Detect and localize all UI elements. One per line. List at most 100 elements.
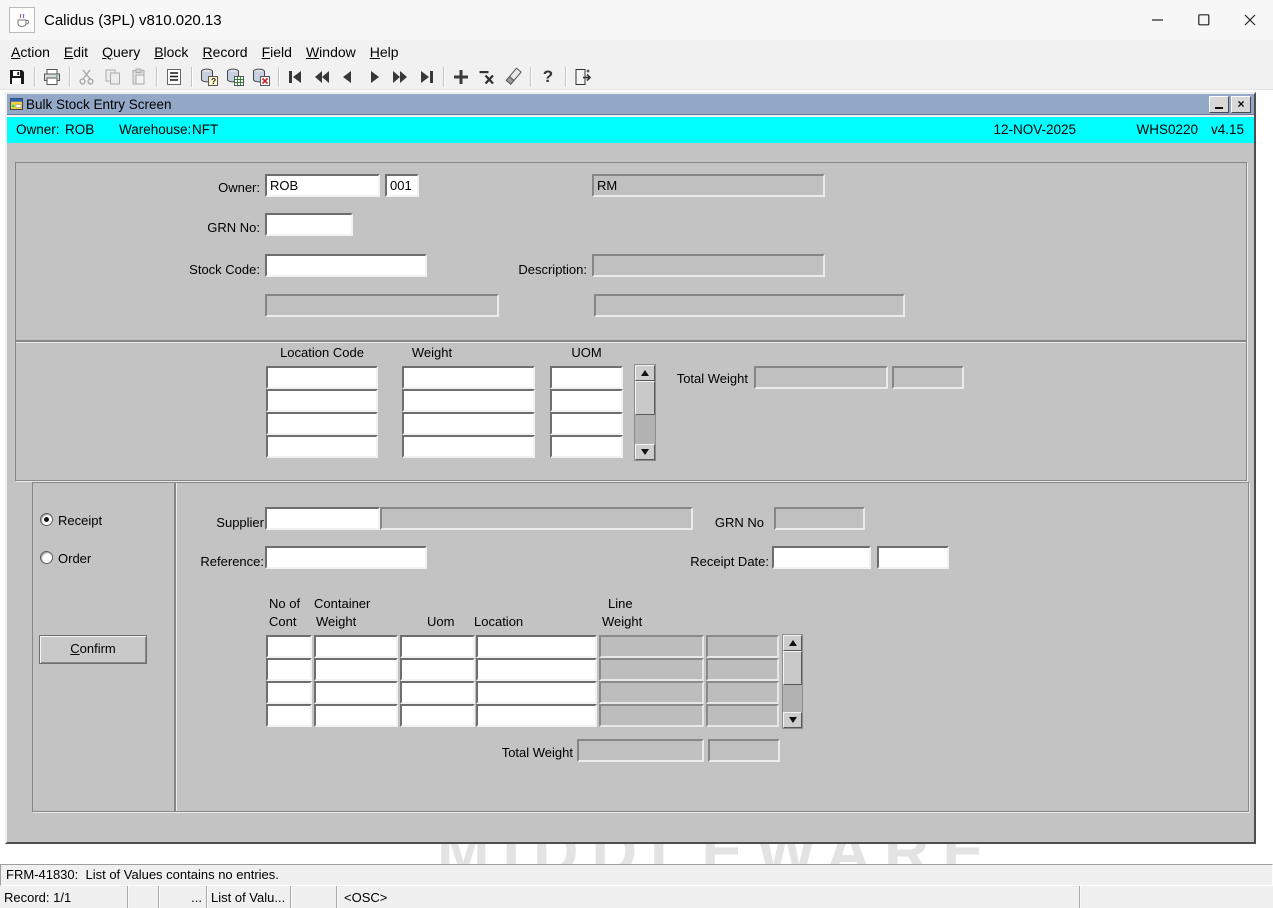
container-weight-header-line2: Weight: [316, 614, 386, 629]
no-of-cont-input[interactable]: [266, 658, 312, 681]
scroll-thumb[interactable]: [635, 381, 655, 415]
scroll-down-button[interactable]: [783, 712, 802, 728]
insert-record-icon[interactable]: [448, 65, 474, 89]
minimize-button[interactable]: [1135, 0, 1181, 40]
no-of-cont-input[interactable]: [266, 681, 312, 704]
stock-code-label: Stock Code:: [147, 262, 260, 277]
previous-block-icon[interactable]: [309, 65, 335, 89]
confirm-button[interactable]: Confirm: [39, 635, 147, 664]
mdi-close-button[interactable]: ×: [1231, 96, 1251, 113]
location-grid-input[interactable]: [476, 658, 597, 681]
menu-help[interactable]: Help: [363, 42, 406, 62]
location-grid-input[interactable]: [476, 704, 597, 727]
first-record-icon[interactable]: [283, 65, 309, 89]
uom-grid-input[interactable]: [400, 658, 475, 681]
grn-no-input[interactable]: [265, 213, 353, 236]
location-grid-input[interactable]: [476, 681, 597, 704]
receipt-grid-scrollbar[interactable]: [782, 634, 803, 729]
toolbar-separator: [69, 67, 70, 87]
receipt-date-label: Receipt Date:: [682, 554, 769, 569]
no-of-cont-input[interactable]: [266, 635, 312, 658]
no-of-cont-input[interactable]: [266, 704, 312, 727]
cut-icon[interactable]: [74, 65, 100, 89]
uom-grid-input[interactable]: [400, 635, 475, 658]
print-icon[interactable]: [39, 65, 65, 89]
weight-input[interactable]: [402, 412, 535, 435]
location-grid-input[interactable]: [476, 635, 597, 658]
stock-code-input[interactable]: [265, 254, 427, 277]
help-icon[interactable]: ?: [535, 65, 561, 89]
location-scrollbar[interactable]: [634, 364, 656, 461]
container-weight-input[interactable]: [314, 704, 398, 727]
menu-block[interactable]: Block: [147, 42, 195, 62]
maximize-button[interactable]: [1181, 0, 1227, 40]
toolbar: ?: [0, 64, 1273, 90]
scroll-thumb[interactable]: [783, 651, 802, 685]
save-icon[interactable]: [4, 65, 30, 89]
container-weight-input[interactable]: [314, 681, 398, 704]
receipt-total-weight-display: [577, 739, 704, 762]
uom-input[interactable]: [550, 389, 623, 412]
paste-icon[interactable]: [126, 65, 152, 89]
next-block-icon[interactable]: [387, 65, 413, 89]
weight-input[interactable]: [402, 435, 535, 458]
context-warehouse-value: NFT: [192, 122, 218, 137]
last-record-icon[interactable]: [413, 65, 439, 89]
uom-grid-input[interactable]: [400, 704, 475, 727]
uom-input[interactable]: [550, 412, 623, 435]
menu-window[interactable]: Window: [299, 42, 363, 62]
receipt-time-input[interactable]: [877, 546, 949, 569]
context-warehouse-label: Warehouse:: [119, 122, 191, 137]
previous-record-icon[interactable]: [335, 65, 361, 89]
owner-suffix-input[interactable]: [385, 174, 419, 197]
location-code-input[interactable]: [266, 435, 378, 458]
java-coffee-cup-icon: [9, 7, 35, 33]
next-record-icon[interactable]: [361, 65, 387, 89]
mdi-minimize-button[interactable]: [1209, 96, 1229, 113]
supplier-code-input[interactable]: [265, 507, 380, 530]
container-weight-input[interactable]: [314, 635, 398, 658]
uom-input[interactable]: [550, 366, 623, 389]
weight-input[interactable]: [402, 366, 535, 389]
delete-record-icon[interactable]: [474, 65, 500, 89]
description-extra-display: [594, 294, 905, 317]
weight-input[interactable]: [402, 389, 535, 412]
menu-edit[interactable]: Edit: [57, 42, 95, 62]
list-values-icon[interactable]: [161, 65, 187, 89]
scroll-up-button[interactable]: [635, 365, 655, 381]
scroll-up-button[interactable]: [783, 635, 802, 651]
menu-action[interactable]: Action: [4, 42, 57, 62]
status-segment: [291, 886, 337, 908]
location-grid-header: Location: [474, 614, 544, 629]
context-bar: Owner: ROB Warehouse: NFT 12-NOV-2025 WH…: [7, 115, 1254, 143]
container-weight-input[interactable]: [314, 658, 398, 681]
receipt-radio[interactable]: [40, 513, 53, 526]
scroll-down-button[interactable]: [635, 444, 655, 460]
menu-field[interactable]: Field: [255, 42, 299, 62]
cancel-query-icon[interactable]: [248, 65, 274, 89]
no-of-cont-header-line2: Cont: [269, 614, 309, 629]
receipt-date-input[interactable]: [772, 546, 871, 569]
enter-query-icon[interactable]: ?: [196, 65, 222, 89]
form-icon: [10, 97, 24, 111]
menu-record[interactable]: Record: [195, 42, 254, 62]
clear-record-icon[interactable]: [500, 65, 526, 89]
line-weight-display: [599, 704, 704, 727]
reference-input[interactable]: [265, 546, 427, 569]
location-grid-column: [476, 635, 597, 727]
location-code-input[interactable]: [266, 389, 378, 412]
close-button[interactable]: [1227, 0, 1273, 40]
execute-query-icon[interactable]: [222, 65, 248, 89]
exit-icon[interactable]: [570, 65, 596, 89]
owner-code-input[interactable]: [265, 174, 380, 197]
uom-column: [550, 366, 623, 458]
owner-type-display: RM: [592, 174, 825, 197]
status-segment: [128, 886, 159, 908]
order-radio[interactable]: [40, 551, 53, 564]
uom-grid-input[interactable]: [400, 681, 475, 704]
menu-query[interactable]: Query: [95, 42, 147, 62]
uom-input[interactable]: [550, 435, 623, 458]
location-code-input[interactable]: [266, 366, 378, 389]
location-code-input[interactable]: [266, 412, 378, 435]
copy-icon[interactable]: [100, 65, 126, 89]
